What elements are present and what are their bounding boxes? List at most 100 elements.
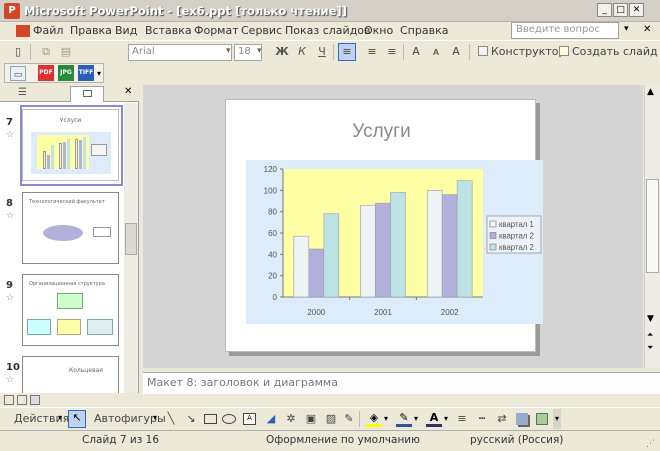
dash-style-icon[interactable]: ┅ bbox=[474, 411, 490, 427]
line-icon[interactable]: ╲ bbox=[163, 411, 179, 427]
format-painter-icon[interactable]: ✎ bbox=[341, 411, 357, 427]
select-objects-icon[interactable]: ↖ bbox=[68, 410, 86, 428]
close-document-icon[interactable]: ✕ bbox=[643, 24, 651, 35]
menu-file[interactable]: Файл bbox=[33, 24, 63, 37]
menu-slideshow[interactable]: Показ слайдов bbox=[285, 24, 371, 37]
menu-edit[interactable]: Правка bbox=[70, 24, 112, 37]
menu-help[interactable]: Справка bbox=[400, 24, 448, 37]
align-right-icon[interactable]: ≡ bbox=[384, 44, 400, 60]
help-dropdown-icon[interactable]: ▾ bbox=[624, 24, 629, 34]
normal-view-icon[interactable] bbox=[4, 395, 14, 405]
new-slide-button[interactable]: Создать слайд bbox=[572, 45, 660, 58]
arrow-icon[interactable]: ↘ bbox=[183, 411, 199, 427]
bar-chart[interactable]: 0 20 40 60 80 100 120 2000 2001 2002 квартал 1 квар… bbox=[246, 160, 543, 324]
toolbar-options-icon[interactable]: ▾ bbox=[553, 409, 561, 429]
size-dropdown-icon[interactable]: ▾ bbox=[257, 46, 262, 56]
font-name-select[interactable]: Arial bbox=[128, 44, 232, 61]
picture-icon[interactable]: ▨ bbox=[323, 411, 339, 427]
view-buttons bbox=[0, 394, 139, 407]
font-color-dropdown-icon[interactable]: ▾ bbox=[444, 414, 448, 423]
textbox-icon[interactable]: A bbox=[243, 413, 256, 425]
fill-color-icon[interactable]: ◈ bbox=[366, 411, 382, 427]
font-color-icon[interactable]: A bbox=[426, 411, 442, 427]
thumbnail-chart bbox=[31, 132, 111, 174]
menu-window[interactable]: Окно bbox=[364, 24, 393, 37]
next-slide-icon[interactable]: ⏷ bbox=[647, 343, 653, 353]
y-tick-label: 20 bbox=[268, 272, 277, 281]
bar bbox=[308, 248, 325, 298]
diagram-icon[interactable]: ✲ bbox=[283, 411, 299, 427]
italic-button[interactable]: К bbox=[294, 44, 310, 60]
slide-title[interactable]: Услуги bbox=[226, 121, 537, 143]
help-question-input[interactable]: Введите вопрос bbox=[511, 22, 619, 39]
y-tick-label: 40 bbox=[268, 250, 277, 259]
scroll-down-icon[interactable]: ▼ bbox=[647, 314, 654, 324]
text-color-icon[interactable]: A bbox=[448, 44, 464, 60]
bold-button[interactable]: Ж bbox=[274, 44, 290, 60]
autoshapes-dropdown-icon[interactable]: ▾ bbox=[153, 413, 157, 422]
new-slide-icon bbox=[559, 46, 569, 56]
design-template-name: Оформление по умолчанию bbox=[266, 434, 420, 446]
decrease-font-icon[interactable]: ᴀ bbox=[428, 44, 444, 60]
thumbnail-8[interactable]: Технологический факультет bbox=[22, 192, 119, 264]
resize-grip-icon[interactable]: ⋰ bbox=[646, 439, 655, 449]
actions-dropdown-icon[interactable]: ▾ bbox=[58, 413, 62, 422]
sorter-view-icon[interactable] bbox=[17, 395, 27, 405]
scroll-thumb[interactable] bbox=[646, 179, 659, 273]
slide-canvas[interactable]: Услуги 0 20 40 60 80 100 120 2000 2001 2002 кварта… bbox=[225, 99, 543, 352]
wordart-icon[interactable]: ◢ bbox=[263, 411, 279, 427]
thumbnail-number: 10 bbox=[6, 362, 20, 373]
3d-icon[interactable] bbox=[536, 413, 548, 425]
copy-icon[interactable]: ⧉ bbox=[38, 44, 54, 60]
font-dropdown-icon[interactable]: ▾ bbox=[226, 46, 231, 56]
bar bbox=[456, 180, 473, 298]
rectangle-icon[interactable] bbox=[204, 414, 217, 424]
powerpoint-app-icon[interactable]: P bbox=[4, 3, 20, 19]
document-icon[interactable] bbox=[16, 25, 30, 37]
thumbnail-number: 8 bbox=[6, 198, 13, 209]
underline-button[interactable]: Ч bbox=[314, 44, 330, 60]
close-panel-icon[interactable]: ✕ bbox=[124, 86, 132, 97]
slides-tab[interactable] bbox=[70, 86, 104, 102]
oval-icon[interactable] bbox=[222, 414, 236, 424]
scroll-up-icon[interactable]: ▲ bbox=[647, 87, 654, 97]
y-tick-label: 0 bbox=[273, 293, 278, 302]
paste-icon[interactable]: ▤ bbox=[58, 44, 74, 60]
status-bar: Слайд 7 из 16 Оформление по умолчанию ру… bbox=[0, 430, 660, 451]
thumbnail-9[interactable]: Организационная структура bbox=[22, 274, 119, 346]
maximize-button[interactable]: □ bbox=[613, 3, 628, 17]
designer-button[interactable]: Конструктор bbox=[491, 45, 565, 58]
export-toolbar: ▭ PDF JPG TIFF ▾ bbox=[0, 62, 660, 84]
y-tick-label: 100 bbox=[264, 186, 278, 195]
panel-scrollbar[interactable] bbox=[124, 103, 138, 393]
line-color-dropdown-icon[interactable]: ▾ bbox=[414, 414, 418, 423]
menu-format[interactable]: Формат bbox=[194, 24, 239, 37]
monitor-icon[interactable]: ▭ bbox=[10, 66, 26, 81]
outline-tab-icon[interactable]: ☰ bbox=[18, 87, 27, 98]
clipart-icon[interactable]: ▣ bbox=[303, 411, 319, 427]
shadow-icon[interactable] bbox=[516, 413, 528, 425]
pdf-export-icon[interactable]: PDF bbox=[38, 65, 54, 81]
align-left-icon[interactable]: ≡ bbox=[338, 43, 356, 61]
close-button[interactable]: ✕ bbox=[629, 3, 644, 17]
tiff-export-icon[interactable]: TIFF bbox=[78, 65, 94, 81]
minimize-button[interactable]: _ bbox=[597, 3, 612, 17]
notes-pane[interactable]: Макет 8: заголовок и диаграмма bbox=[143, 372, 660, 394]
line-style-icon[interactable]: ≡ bbox=[454, 411, 470, 427]
previous-slide-icon[interactable]: ⏶ bbox=[647, 330, 653, 340]
slideshow-view-icon[interactable] bbox=[30, 395, 40, 405]
menu-tools[interactable]: Сервис bbox=[241, 24, 282, 37]
thumbnail-10[interactable]: Кольцевая bbox=[22, 356, 119, 393]
align-center-icon[interactable]: ≡ bbox=[364, 44, 380, 60]
menu-insert[interactable]: Вставка bbox=[145, 24, 192, 37]
jpg-export-icon[interactable]: JPG bbox=[58, 65, 74, 81]
line-color-icon[interactable]: ✎ bbox=[396, 411, 412, 427]
vertical-scrollbar[interactable]: ▲ ▼ ⏶ ⏷ bbox=[644, 85, 660, 368]
panel-scroll-thumb[interactable] bbox=[125, 223, 137, 255]
arrow-style-icon[interactable]: ⇄ bbox=[494, 411, 510, 427]
toolbar-options-icon[interactable]: ▾ bbox=[97, 69, 101, 78]
new-document-icon[interactable]: ▯ bbox=[10, 44, 26, 60]
fill-dropdown-icon[interactable]: ▾ bbox=[384, 414, 388, 423]
increase-font-icon[interactable]: A bbox=[408, 44, 424, 60]
menu-view[interactable]: Вид bbox=[115, 24, 137, 37]
